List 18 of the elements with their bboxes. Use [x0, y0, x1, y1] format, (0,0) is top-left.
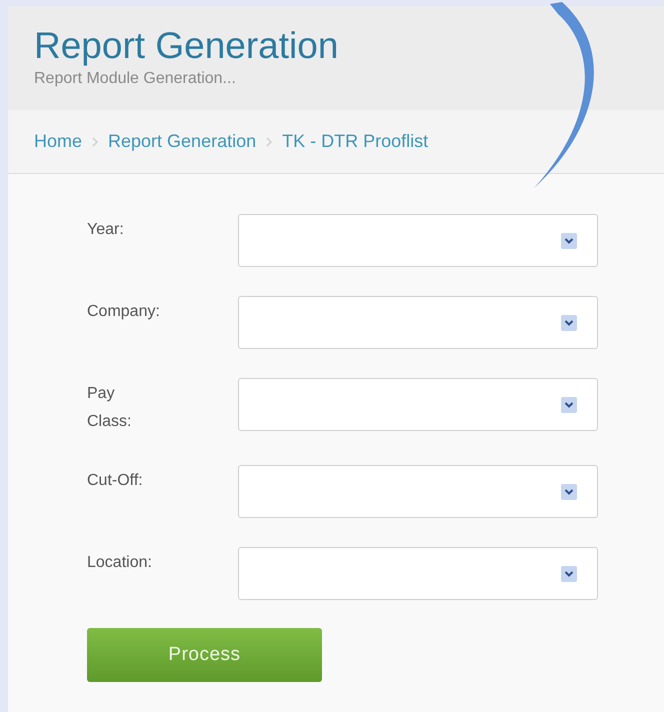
select-field[interactable] [238, 547, 598, 600]
page-title: Report Generation [34, 24, 340, 68]
breadcrumb-link[interactable]: Report Generation [108, 128, 256, 155]
field-label: Company: [87, 302, 161, 322]
select-field[interactable] [238, 465, 598, 518]
process-button[interactable]: Process [87, 628, 322, 682]
page-subtitle: Report Module Generation... [34, 69, 237, 89]
select-field[interactable] [238, 378, 598, 431]
select-field[interactable] [238, 214, 598, 267]
select-field[interactable] [238, 296, 598, 349]
field-label: Pay Class: [87, 384, 132, 432]
field-label: Cut-Off: [87, 471, 144, 491]
chevron-icon [266, 136, 272, 146]
chevron-icon [92, 136, 98, 146]
field-label: Year: [87, 220, 125, 240]
breadcrumb-link[interactable]: Home [34, 128, 82, 155]
breadcrumb-link[interactable]: TK - DTR Prooflist [282, 128, 428, 155]
field-label: Location: [87, 553, 153, 573]
